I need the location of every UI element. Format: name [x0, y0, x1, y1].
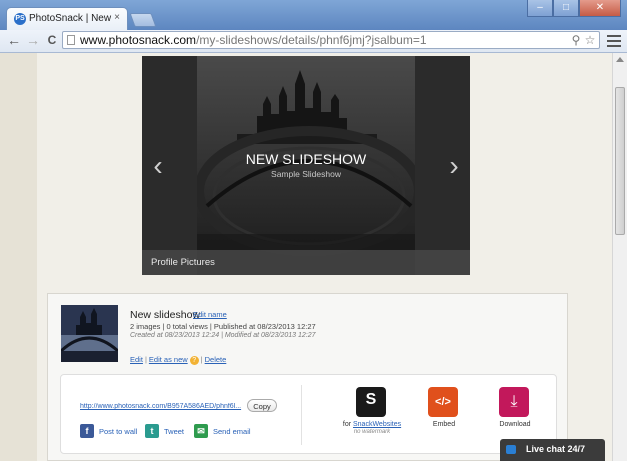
url-host: www.photosnack.com [80, 33, 197, 47]
minimize-button[interactable]: – [527, 0, 553, 17]
scroll-thumb[interactable] [615, 87, 625, 235]
search-icon[interactable]: ⚲ [569, 32, 583, 48]
vertical-scrollbar[interactable] [612, 53, 627, 461]
slide-title: NEW SLIDESHOW [245, 151, 367, 167]
download-icon: ⤓ [499, 387, 529, 417]
slideshow-title: New slideshow [130, 309, 201, 321]
album-name: Profile Pictures [151, 257, 215, 268]
twitter-icon: t [145, 424, 159, 438]
delete-link[interactable]: Delete [205, 355, 227, 364]
window-controls: – □ ✕ [527, 0, 621, 18]
new-tab-button[interactable] [129, 13, 157, 27]
share-box: http://www.photosnack.com/B957A586AED/ph… [60, 374, 557, 454]
help-icon[interactable]: ? [189, 355, 199, 365]
tab-title: PhotoSnack | New slidesho [29, 13, 113, 24]
snackwebsites-tool[interactable]: S for SnackWebsites no watermark [342, 387, 402, 447]
url-text[interactable]: www.photosnack.com/my-slideshows/details… [80, 33, 427, 48]
slideshow-dates: Created at 08/23/2013 12:24 | Modified a… [130, 332, 316, 339]
address-bar[interactable]: www.photosnack.com/my-slideshows/details… [62, 31, 600, 49]
scroll-up-icon[interactable] [616, 57, 624, 62]
download-tool[interactable]: ⤓ Download [485, 387, 545, 447]
reload-button[interactable]: C [43, 31, 61, 49]
embed-label: Embed [432, 421, 456, 428]
snackwebsites-link[interactable]: SnackWebsites [353, 421, 401, 428]
edit-link[interactable]: Edit [130, 355, 143, 364]
action-separator: | [144, 355, 147, 364]
slideshow-actions: Edit | Edit as new? | Delete [130, 355, 226, 365]
live-chat-button[interactable]: Live chat 24/7 [500, 439, 605, 461]
no-watermark-note: no watermark [353, 429, 391, 435]
slideshow-thumbnail[interactable] [61, 305, 118, 362]
page-icon [67, 35, 75, 45]
share-divider [301, 385, 302, 445]
embed-icon: </> [428, 387, 458, 417]
facebook-icon: f [80, 424, 94, 438]
slideshow-player[interactable]: ‹ › NEW SLIDESHOW Sample Slideshow Profi… [142, 56, 470, 275]
snackwebsites-caption: for SnackWebsites [342, 421, 402, 428]
edit-as-new-link[interactable]: Edit as new [149, 355, 188, 364]
slide-subtitle: Sample Slideshow [271, 169, 341, 179]
tweet-label: Tweet [164, 427, 185, 436]
share-url-link[interactable]: http://www.photosnack.com/B957A586AED/ph… [80, 403, 242, 410]
send-email-label: Send email [213, 427, 251, 436]
browser-titlebar: PS PhotoSnack | New slidesho × – □ ✕ [0, 0, 627, 30]
maximize-button[interactable]: □ [553, 0, 579, 17]
snackwebsites-prefix: for [342, 421, 352, 428]
post-to-wall-label: Post to wall [99, 427, 138, 436]
tab-close-icon[interactable]: × [111, 12, 123, 24]
copy-button[interactable]: Copy [247, 399, 277, 412]
browser-menu-icon[interactable] [607, 32, 621, 48]
chat-bubble-icon [506, 445, 516, 454]
album-caption-bar: Profile Pictures [142, 250, 470, 275]
live-chat-label: Live chat 24/7 [526, 444, 586, 454]
download-label: Download [499, 421, 531, 428]
bookmark-star-icon[interactable]: ☆ [583, 32, 597, 48]
browser-toolbar: ← → C www.photosnack.com/my-slideshows/d… [0, 30, 627, 53]
back-button[interactable]: ← [5, 31, 23, 49]
action-separator: | [200, 355, 203, 364]
edit-name-link[interactable]: Edit name [193, 310, 227, 319]
slideshow-stats: 2 images | 0 total views | Published at … [130, 322, 316, 331]
snackwebsites-icon: S [356, 387, 386, 417]
email-icon: ✉ [194, 424, 208, 438]
forward-button[interactable]: → [24, 31, 42, 49]
url-path: /my-slideshows/details/phnf6jmj?jsalbum=… [196, 33, 427, 47]
browser-tab-active[interactable]: PS PhotoSnack | New slidesho × [6, 7, 128, 30]
slideshow-details-panel: New slideshow Edit name 2 images | 0 tot… [47, 293, 568, 461]
photosnack-favicon-icon: PS [14, 13, 26, 25]
embed-tool[interactable]: </> Embed [414, 387, 474, 447]
close-window-button[interactable]: ✕ [579, 0, 621, 17]
